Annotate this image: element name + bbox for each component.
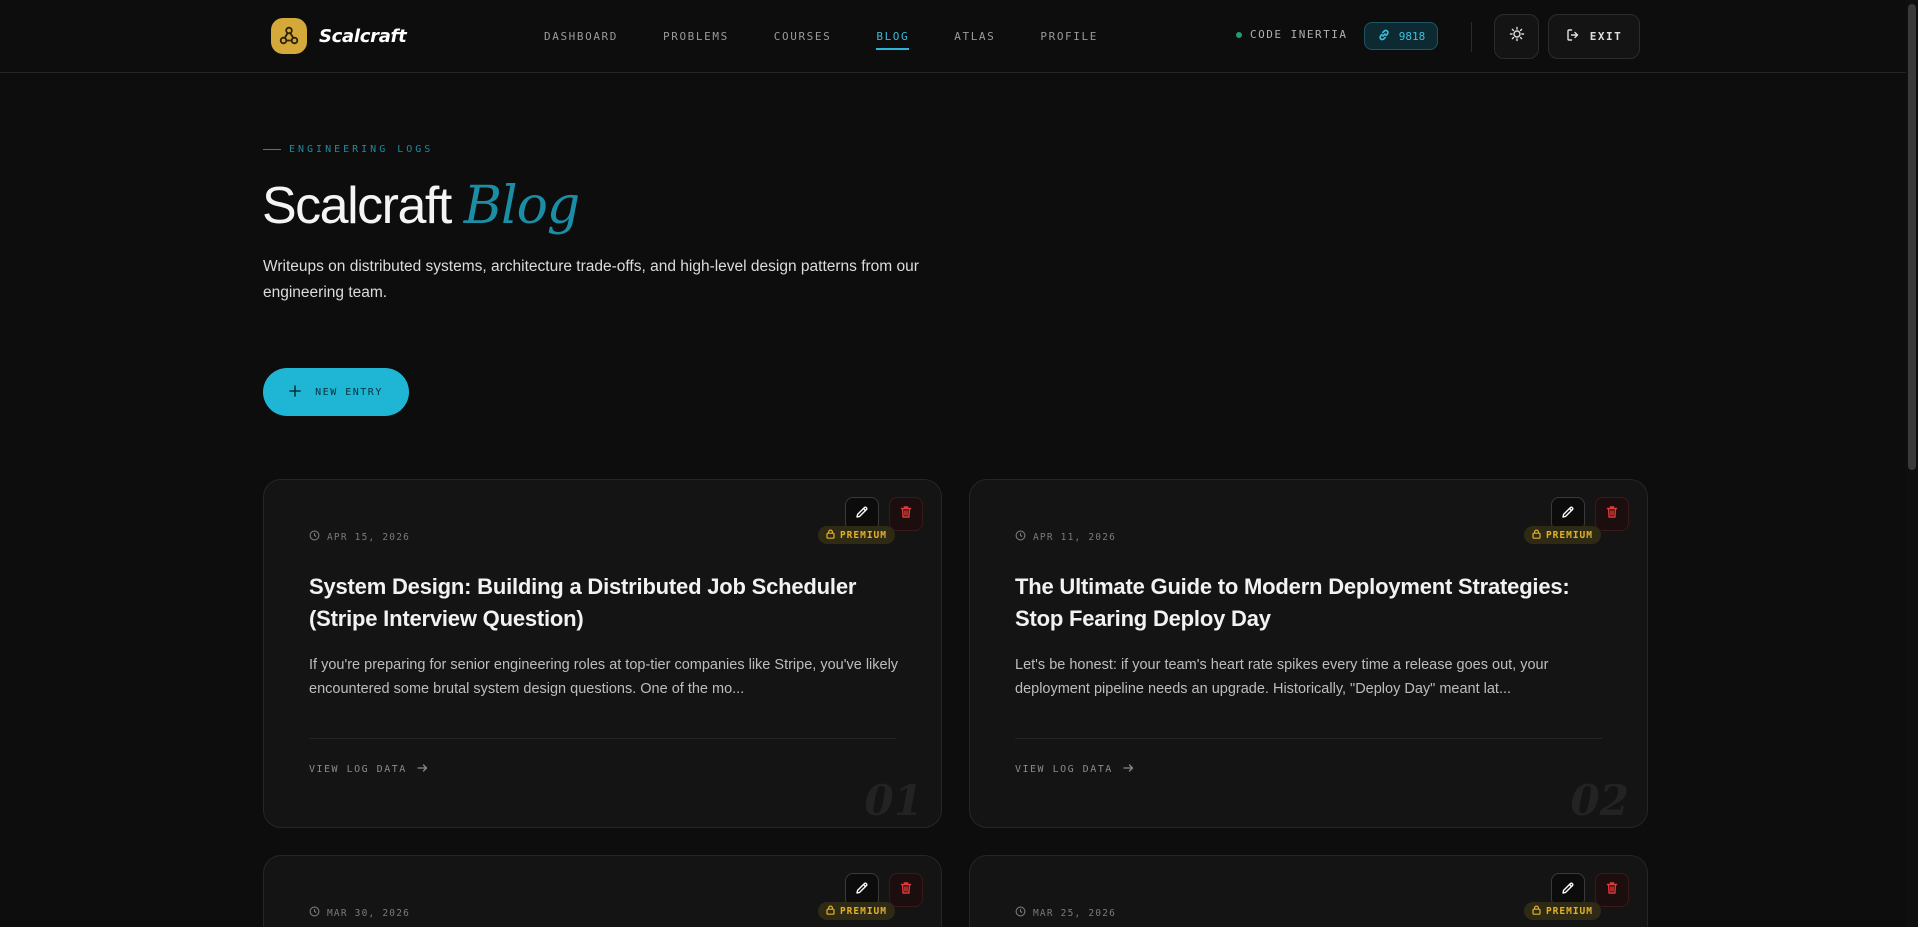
post-excerpt: If you're preparing for senior engineeri… bbox=[309, 657, 899, 697]
card-divider bbox=[1015, 738, 1602, 739]
nav-problems[interactable]: PROBLEMS bbox=[663, 0, 729, 73]
card-divider bbox=[309, 738, 896, 739]
brand-name: Scalcraft bbox=[319, 25, 407, 47]
post-date-text: APR 15, 2026 bbox=[327, 531, 411, 543]
arrow-right-icon bbox=[1123, 763, 1134, 776]
blog-card[interactable]: APR 11, 2026 PREMIUM The Ultimate Guide … bbox=[969, 479, 1648, 828]
nav-profile[interactable]: PROFILE bbox=[1040, 0, 1098, 73]
post-date: APR 11, 2026 bbox=[1015, 530, 1116, 544]
clock-icon bbox=[309, 530, 320, 544]
logout-icon bbox=[1566, 28, 1580, 45]
clock-icon bbox=[309, 906, 320, 920]
view-log-link[interactable]: VIEW LOG DATA bbox=[1015, 763, 1134, 776]
pencil-icon bbox=[1561, 505, 1575, 524]
nav-atlas[interactable]: ATLAS bbox=[954, 0, 995, 73]
page-title-main: Scalcraft bbox=[262, 177, 452, 235]
trash-icon bbox=[1605, 881, 1619, 900]
eyebrow-label: ENGINEERING LOGS bbox=[289, 144, 434, 155]
page-description: Writeups on distributed systems, archite… bbox=[263, 258, 919, 301]
nav-dashboard[interactable]: DASHBOARD bbox=[544, 0, 618, 73]
view-log-label: VIEW LOG DATA bbox=[309, 764, 407, 775]
pencil-icon bbox=[1561, 881, 1575, 900]
new-entry-label: NEW ENTRY bbox=[315, 386, 383, 398]
premium-badge: PREMIUM bbox=[817, 526, 895, 544]
premium-label: PREMIUM bbox=[839, 529, 887, 541]
blog-card[interactable]: MAR 25, 2026 PREMIUM bbox=[969, 855, 1648, 927]
lock-icon bbox=[1532, 529, 1541, 542]
trash-icon bbox=[899, 881, 913, 900]
post-excerpt: Let's be honest: if your team's heart ra… bbox=[1015, 657, 1549, 697]
points-value: 9818 bbox=[1398, 29, 1426, 43]
arrow-right-icon bbox=[417, 763, 428, 776]
card-index-number: 02 bbox=[1570, 776, 1629, 825]
pencil-icon bbox=[855, 881, 869, 900]
sun-icon bbox=[1509, 26, 1525, 47]
premium-badge: PREMIUM bbox=[1523, 902, 1601, 920]
pencil-icon bbox=[855, 505, 869, 524]
section-eyebrow: ENGINEERING LOGS bbox=[263, 144, 433, 155]
blog-card[interactable]: APR 15, 2026 PREMIUM System Design: Buil… bbox=[263, 479, 942, 828]
delete-button[interactable] bbox=[1595, 497, 1629, 531]
trash-icon bbox=[899, 505, 913, 524]
post-title[interactable]: System Design: Building a Distributed Jo… bbox=[309, 571, 899, 635]
lock-icon bbox=[826, 905, 835, 918]
nodes-icon bbox=[271, 18, 307, 54]
exit-label: EXIT bbox=[1589, 30, 1623, 43]
premium-label: PREMIUM bbox=[839, 905, 887, 917]
post-date: MAR 30, 2026 bbox=[309, 906, 410, 920]
clock-icon bbox=[1015, 906, 1026, 920]
status-label: CODE INERTIA bbox=[1250, 28, 1348, 41]
status-indicator: CODE INERTIA bbox=[1236, 28, 1347, 41]
theme-toggle-button[interactable] bbox=[1494, 14, 1539, 59]
premium-badge: PREMIUM bbox=[817, 902, 895, 920]
post-date-text: MAR 25, 2026 bbox=[1033, 907, 1117, 919]
post-date: MAR 25, 2026 bbox=[1015, 906, 1116, 920]
card-index-number: 01 bbox=[864, 776, 923, 825]
nav-blog[interactable]: BLOG bbox=[876, 0, 910, 73]
eyebrow-line bbox=[263, 149, 281, 150]
delete-button[interactable] bbox=[1595, 873, 1629, 907]
view-log-label: VIEW LOG DATA bbox=[1015, 764, 1113, 775]
page-title: Scalcraft Blog bbox=[262, 176, 580, 236]
points-badge[interactable]: 9818 bbox=[1364, 22, 1438, 50]
page-scrollbar[interactable] bbox=[1906, 0, 1918, 927]
post-date-text: APR 11, 2026 bbox=[1033, 531, 1117, 543]
plus-icon bbox=[289, 384, 301, 400]
delete-button[interactable] bbox=[889, 873, 923, 907]
premium-label: PREMIUM bbox=[1545, 529, 1593, 541]
exit-button[interactable]: EXIT bbox=[1548, 14, 1640, 59]
premium-label: PREMIUM bbox=[1545, 905, 1593, 917]
lock-icon bbox=[826, 529, 835, 542]
clock-icon bbox=[1015, 530, 1026, 544]
header-divider bbox=[1471, 22, 1472, 52]
trash-icon bbox=[1605, 505, 1619, 524]
post-date-text: MAR 30, 2026 bbox=[327, 907, 411, 919]
scrollbar-thumb[interactable] bbox=[1908, 4, 1916, 470]
status-dot bbox=[1236, 31, 1242, 38]
lock-icon bbox=[1532, 905, 1541, 918]
blog-card[interactable]: MAR 30, 2026 PREMIUM bbox=[263, 855, 942, 927]
new-entry-button[interactable]: NEW ENTRY bbox=[263, 368, 409, 416]
link-icon bbox=[1377, 28, 1391, 45]
post-title[interactable]: The Ultimate Guide to Modern Deployment … bbox=[1015, 571, 1605, 635]
premium-badge: PREMIUM bbox=[1523, 526, 1601, 544]
delete-button[interactable] bbox=[889, 497, 923, 531]
post-date: APR 15, 2026 bbox=[309, 530, 410, 544]
nav-courses[interactable]: COURSES bbox=[774, 0, 832, 73]
view-log-link[interactable]: VIEW LOG DATA bbox=[309, 763, 428, 776]
main-nav: DASHBOARD PROBLEMS COURSES BLOG ATLAS PR… bbox=[544, 0, 1143, 73]
page-title-accent: Blog bbox=[463, 176, 580, 236]
brand-logo[interactable]: Scalcraft bbox=[271, 18, 407, 54]
top-header: Scalcraft DASHBOARD PROBLEMS COURSES BLO… bbox=[0, 0, 1918, 73]
